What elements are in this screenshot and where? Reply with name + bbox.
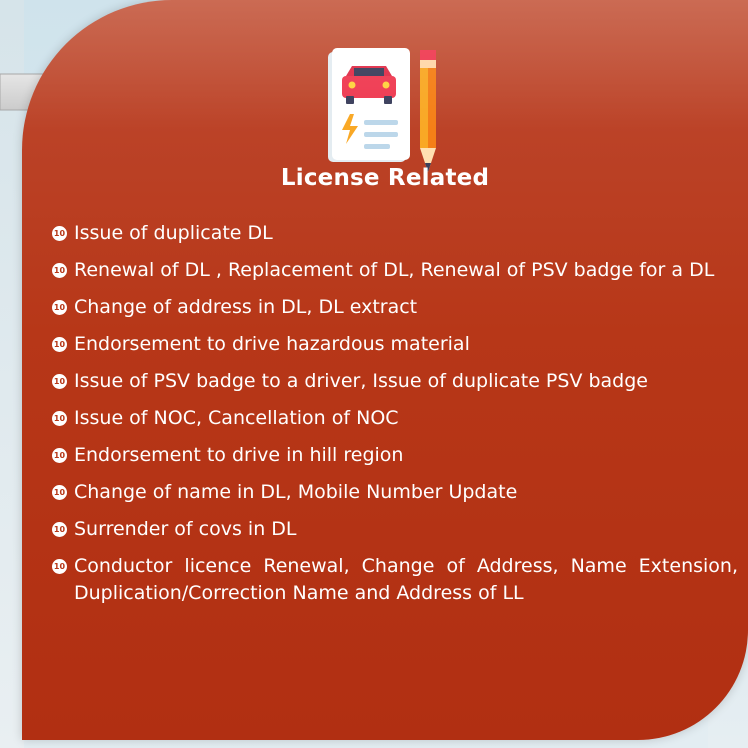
section-title: License Related [280,165,490,191]
bullet-icon: 10 [52,300,67,315]
list-item: 10 Issue of duplicate DL [52,220,738,247]
license-related-card: License Related 10 Issue of duplicate DL… [22,0,748,740]
bullet-icon: 10 [52,374,67,389]
list-item: 10 Issue of NOC, Cancellation of NOC [52,405,738,432]
bullet-icon: 10 [52,485,67,500]
list-item-label: Renewal of DL , Replacement of DL, Renew… [74,259,715,281]
list-item-label: Conductor licence Renewal, Change of Add… [74,555,738,604]
bullet-icon: 10 [52,411,67,426]
list-item-label: Change of name in DL, Mobile Number Upda… [74,481,518,503]
list-item: 10 Endorsement to drive in hill region [52,442,738,469]
list-item: 10 Endorsement to drive hazardous materi… [52,331,738,358]
list-item-label: Endorsement to drive hazardous material [74,333,470,355]
list-item: 10 Renewal of DL , Replacement of DL, Re… [52,257,738,284]
bullet-icon: 10 [52,522,67,537]
list-item-label: Issue of NOC, Cancellation of NOC [74,407,399,429]
list-item-label: Issue of duplicate DL [74,222,273,244]
list-item-label: Surrender of covs in DL [74,518,297,540]
bullet-icon: 10 [52,263,67,278]
bullet-icon: 10 [52,226,67,241]
list-item-label: Issue of PSV badge to a driver, Issue of… [74,370,648,392]
bullet-icon: 10 [52,559,67,574]
list-item: 10 Change of address in DL, DL extract [52,294,738,321]
list-item-label: Endorsement to drive in hill region [74,444,404,466]
list-item: 10 Conductor licence Renewal, Change of … [52,553,738,607]
list-item: 10 Change of name in DL, Mobile Number U… [52,479,738,506]
list-item-label: Change of address in DL, DL extract [74,296,418,318]
list-item: 10 Surrender of covs in DL [52,516,738,543]
bullet-icon: 10 [52,337,67,352]
bullet-icon: 10 [52,448,67,463]
license-services-list: 10 Issue of duplicate DL 10 Renewal of D… [52,220,738,617]
license-document-icon [328,48,436,172]
list-item: 10 Issue of PSV badge to a driver, Issue… [52,368,738,395]
